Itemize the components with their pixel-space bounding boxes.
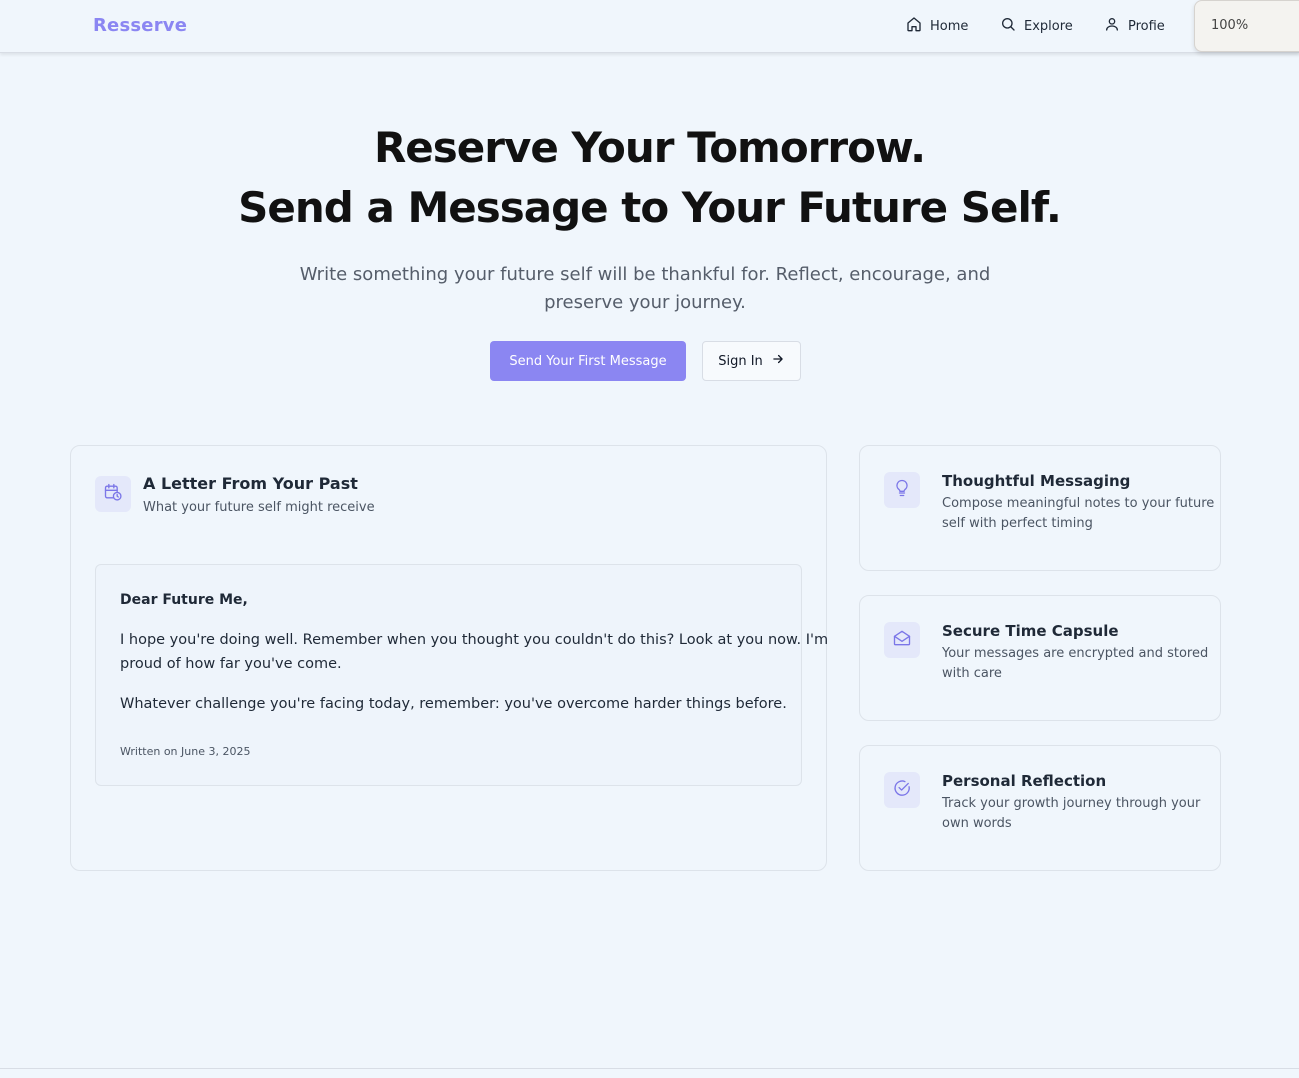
user-icon	[1104, 16, 1120, 36]
letter-date: Written on June 3, 2025	[120, 745, 251, 758]
nav-profile[interactable]: Profie	[1104, 16, 1165, 36]
arrow-right-icon	[771, 352, 785, 370]
feature-desc-line1: Track your growth journey through your	[942, 796, 1201, 811]
search-icon	[1000, 16, 1016, 36]
sign-in-label: Sign In	[718, 353, 763, 369]
letter-greeting: Dear Future Me,	[120, 592, 248, 608]
hero-subtitle: Write something your future self will be…	[299, 264, 991, 313]
calendar-clock-icon	[103, 482, 123, 506]
letter-paragraph2: Whatever challenge you're facing today, …	[120, 696, 787, 712]
hero-title-line1: Reserve Your Tomorrow.	[373, 123, 926, 172]
nav-explore[interactable]: Explore	[1000, 16, 1073, 36]
check-circle-icon	[892, 778, 912, 802]
letter-icon-tile	[95, 476, 131, 512]
hero-title-line2: Send a Message to Your Future Self.	[238, 183, 1062, 232]
nav-explore-label: Explore	[1024, 18, 1073, 34]
letter-card-title: A Letter From Your Past	[143, 474, 358, 493]
top-navbar: Resserve Home Explore Profie 100%	[0, 0, 1299, 53]
lightbulb-icon	[892, 478, 912, 502]
feature-desc-line2: own words	[942, 816, 1012, 831]
feature-title: Secure Time Capsule	[942, 622, 1119, 640]
feature-title: Thoughtful Messaging	[942, 472, 1131, 490]
home-icon	[906, 16, 922, 36]
feature-icon-tile	[884, 772, 920, 808]
feature-desc-line2: self with perfect timing	[942, 516, 1093, 531]
feature-desc-line2: with care	[942, 666, 1002, 681]
nav-home-label: Home	[930, 18, 969, 34]
nav-profile-label: Profie	[1128, 18, 1165, 34]
footer-divider	[0, 1068, 1299, 1069]
feature-title: Personal Reflection	[942, 772, 1107, 790]
envelope-open-icon	[892, 628, 912, 652]
sign-in-button[interactable]: Sign In	[702, 341, 801, 381]
feature-icon-tile	[884, 622, 920, 658]
feature-desc-line1: Compose meaningful notes to your future	[942, 496, 1215, 511]
feature-desc-line1: Your messages are encrypted and stored	[942, 646, 1209, 661]
feature-icon-tile	[884, 472, 920, 508]
send-first-message-label: Send Your First Message	[509, 353, 667, 369]
letter-paragraph1-line2: proud of how far you've come.	[120, 656, 342, 672]
letter-paragraph1-line1: I hope you're doing well. Remember when …	[120, 632, 829, 648]
letter-card-subtitle: What your future self might receive	[143, 500, 375, 515]
hero-title: Reserve Your Tomorrow. Send a Message to…	[0, 118, 1299, 238]
send-first-message-button[interactable]: Send Your First Message	[490, 341, 686, 381]
brand-logo[interactable]: Resserve	[93, 15, 187, 36]
zoom-indicator[interactable]: 100%	[1194, 0, 1299, 52]
nav-home[interactable]: Home	[906, 16, 968, 36]
